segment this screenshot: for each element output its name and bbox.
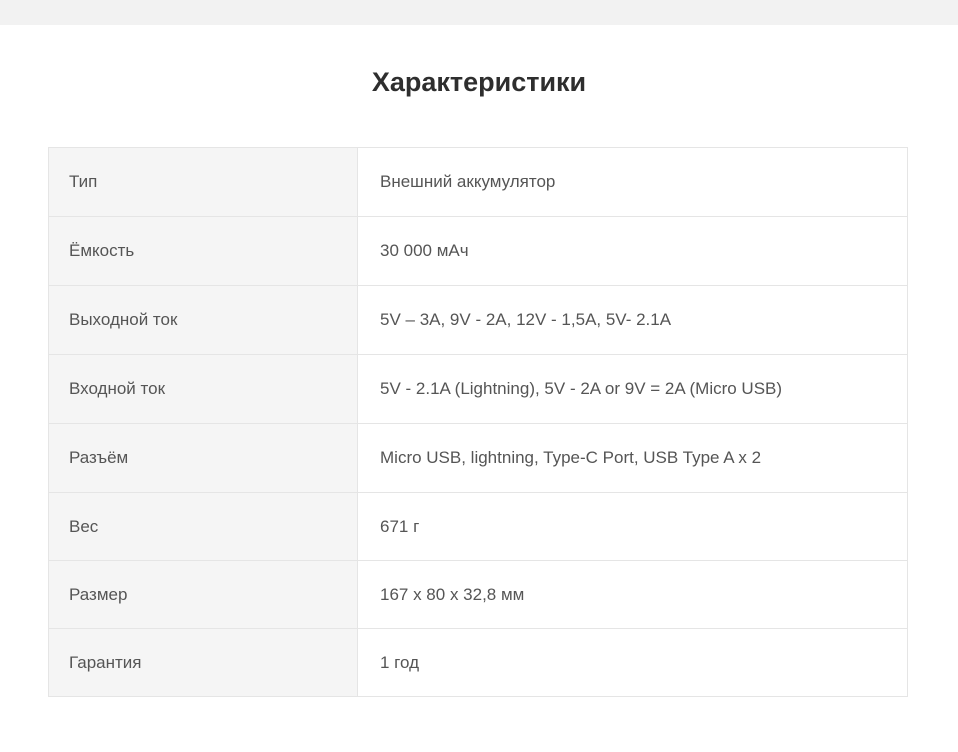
spec-label: Гарантия — [48, 628, 358, 697]
spec-value: 30 000 мАч — [357, 216, 908, 286]
spec-value: 167 x 80 x 32,8 мм — [357, 560, 908, 629]
spec-label: Размер — [48, 560, 358, 629]
spec-value: Внешний аккумулятор — [357, 147, 908, 217]
spec-label: Выходной ток — [48, 285, 358, 355]
spec-label: Разъём — [48, 423, 358, 493]
spec-value: 5V - 2.1A (Lightning), 5V - 2A or 9V = 2… — [357, 354, 908, 424]
table-row: Выходной ток 5V – 3A, 9V - 2A, 12V - 1,5… — [48, 285, 908, 355]
table-row: Входной ток 5V - 2.1A (Lightning), 5V - … — [48, 354, 908, 424]
table-row: Ёмкость 30 000 мАч — [48, 216, 908, 286]
spec-value: 5V – 3A, 9V - 2A, 12V - 1,5A, 5V- 2.1A — [357, 285, 908, 355]
table-row: Вес 671 г — [48, 492, 908, 561]
spec-value: Micro USB, lightning, Type-C Port, USB T… — [357, 423, 908, 493]
spec-value: 1 год — [357, 628, 908, 697]
spec-label: Тип — [48, 147, 358, 217]
spec-label: Вес — [48, 492, 358, 561]
table-row: Размер 167 x 80 x 32,8 мм — [48, 560, 908, 629]
spec-table: Тип Внешний аккумулятор Ёмкость 30 000 м… — [48, 147, 908, 697]
spec-label: Входной ток — [48, 354, 358, 424]
page-title: Характеристики — [371, 67, 587, 97]
spec-label: Ёмкость — [48, 216, 358, 286]
table-row: Разъём Micro USB, lightning, Type-C Port… — [48, 423, 908, 493]
spec-value: 671 г — [357, 492, 908, 561]
table-row: Гарантия 1 год — [48, 628, 908, 697]
top-band — [0, 0, 958, 25]
table-row: Тип Внешний аккумулятор — [48, 147, 908, 217]
